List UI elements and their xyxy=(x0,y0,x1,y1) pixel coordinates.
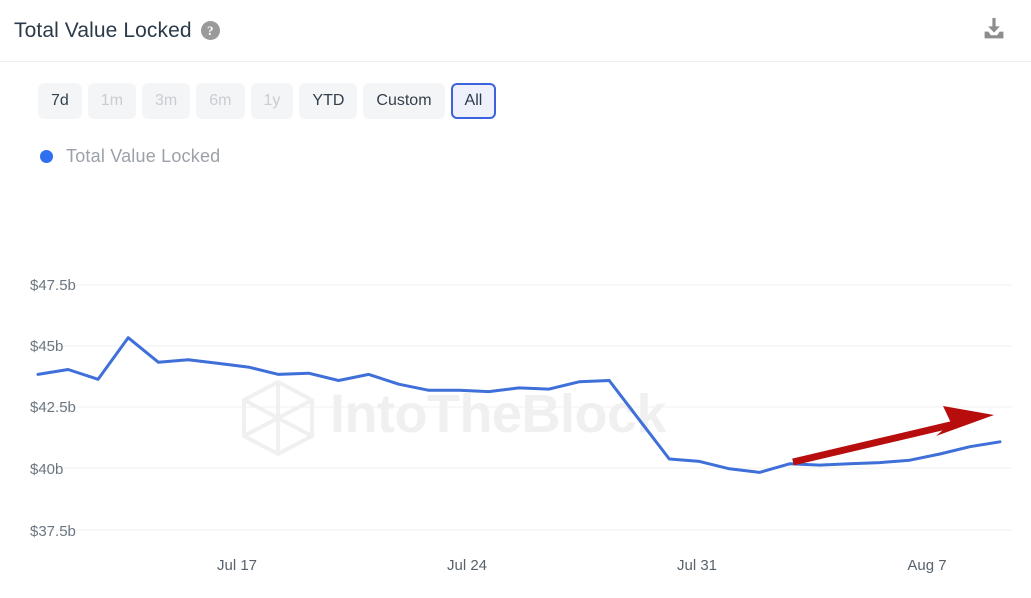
y-tick-label-0: $47.5b xyxy=(30,277,76,294)
range-button-3m: 3m xyxy=(142,83,191,119)
range-button-1y: 1y xyxy=(250,83,294,119)
uptrend-arrow-annotation xyxy=(792,406,994,466)
y-axis-labels: $47.5b $45b $42.5b $40b $37.5b xyxy=(30,277,76,540)
total-value-locked-card: Total Value Locked ? 7d 1m 3m 6m 1y YTD … xyxy=(0,0,1031,598)
range-button-1m: 1m xyxy=(87,83,137,119)
card-header: Total Value Locked ? xyxy=(0,0,1031,62)
y-tick-label-1: $45b xyxy=(30,338,63,355)
range-button-all[interactable]: All xyxy=(450,83,497,119)
legend-dot-total-value-locked xyxy=(40,150,53,163)
y-tick-label-2: $42.5b xyxy=(30,399,76,416)
x-tick-label-0: Jul 17 xyxy=(217,557,257,574)
y-tick-label-3: $40b xyxy=(30,461,63,478)
legend-label-total-value-locked: Total Value Locked xyxy=(66,146,221,166)
chart-plot-area[interactable]: IntoTheBlock $47.5b $45b $42.5b $40b $37… xyxy=(0,240,1031,598)
chart-legend: Total Value Locked xyxy=(0,119,1031,167)
line-chart-svg: IntoTheBlock $47.5b $45b $42.5b $40b $37… xyxy=(30,277,1012,574)
download-button[interactable] xyxy=(979,16,1009,46)
x-axis-labels: Jul 17 Jul 24 Jul 31 Aug 7 xyxy=(217,557,947,574)
y-tick-label-4: $37.5b xyxy=(30,523,76,540)
x-tick-label-1: Jul 24 xyxy=(447,557,487,574)
page-title: Total Value Locked xyxy=(14,18,192,42)
range-button-custom[interactable]: Custom xyxy=(363,83,445,119)
title-wrap: Total Value Locked ? xyxy=(14,19,220,43)
range-button-7d[interactable]: 7d xyxy=(38,83,82,119)
watermark: IntoTheBlock xyxy=(242,379,668,457)
question-mark-circle-icon[interactable]: ? xyxy=(200,21,220,40)
range-selector: 7d 1m 3m 6m 1y YTD Custom All xyxy=(0,62,1031,119)
hexagon-cube-logo-icon xyxy=(242,379,314,457)
x-tick-label-3: Aug 7 xyxy=(907,557,946,574)
arrow-head xyxy=(936,406,994,436)
range-button-ytd[interactable]: YTD xyxy=(299,83,358,119)
x-tick-label-2: Jul 31 xyxy=(677,557,717,574)
watermark-text: IntoTheBlock xyxy=(330,384,667,444)
download-icon xyxy=(981,16,1007,45)
range-button-6m: 6m xyxy=(196,83,245,119)
